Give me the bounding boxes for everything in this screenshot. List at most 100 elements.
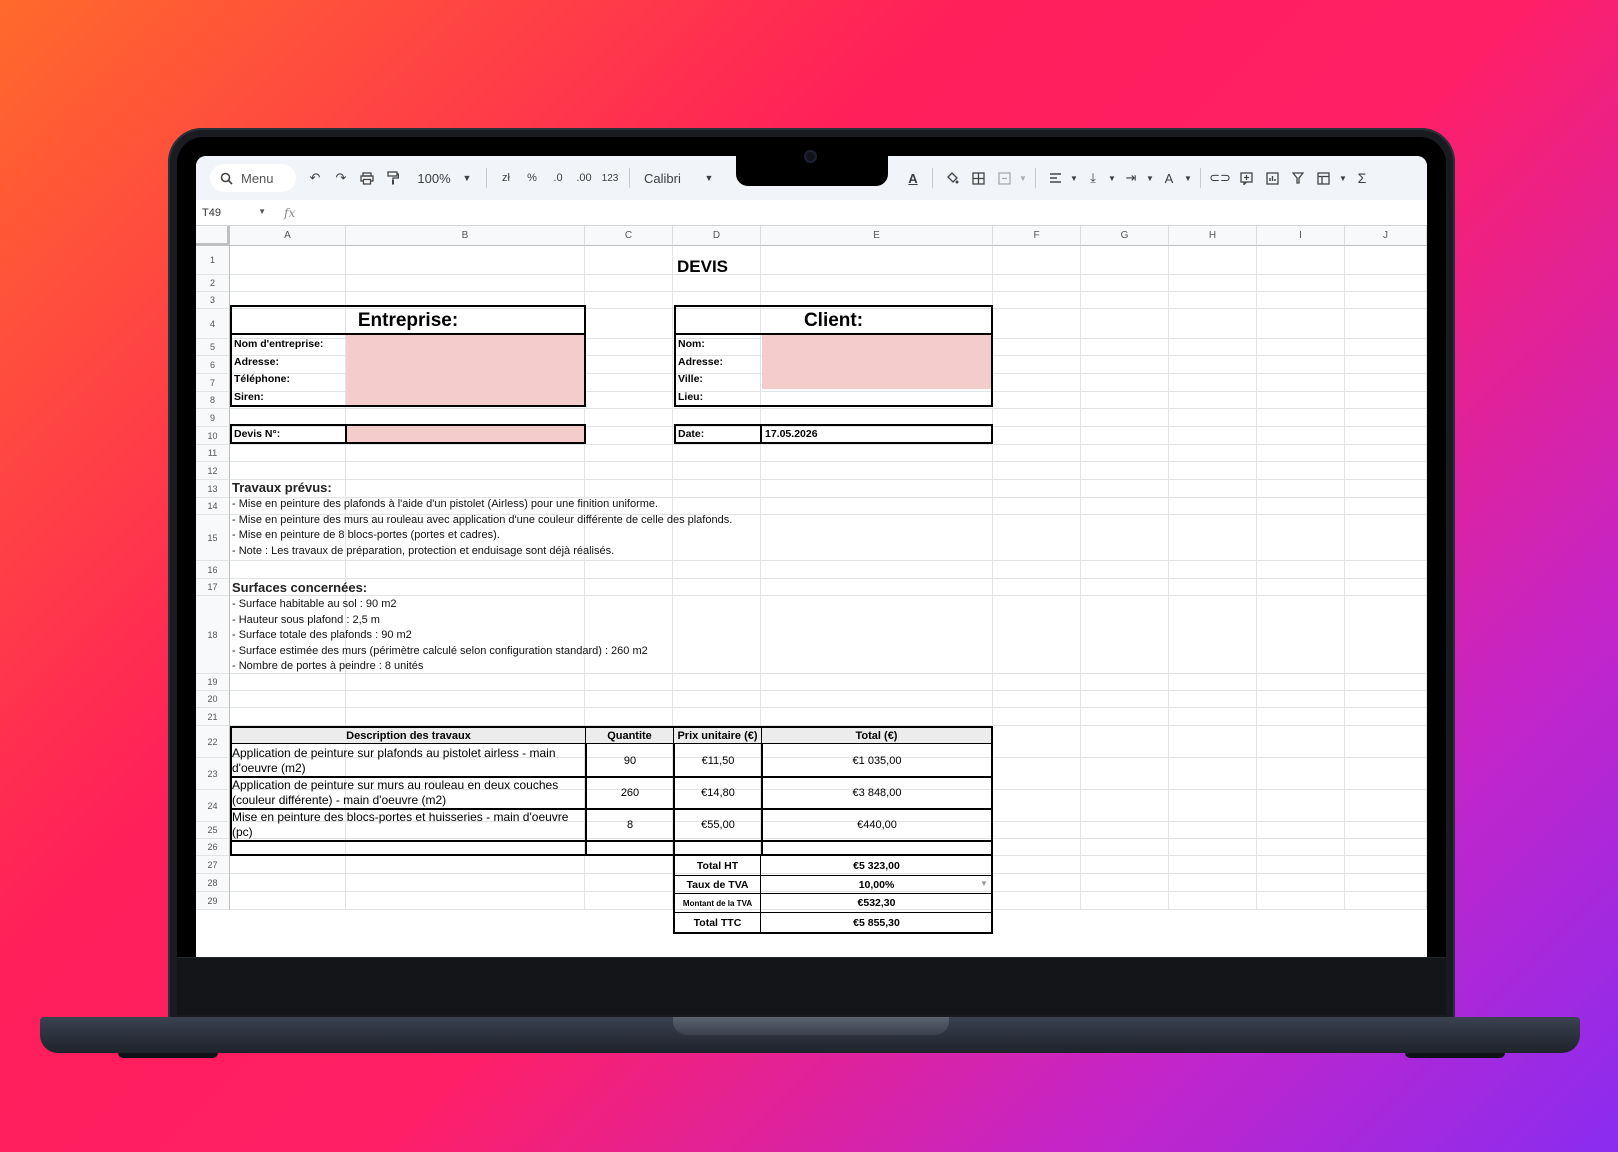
number-format-button[interactable]: 123 bbox=[597, 164, 623, 192]
chevron-down-icon[interactable]: ▼ bbox=[1182, 164, 1194, 192]
table-row-desc[interactable]: Application de peinture sur murs au roul… bbox=[232, 778, 582, 808]
row-header[interactable]: 27 bbox=[196, 856, 230, 874]
increase-decimal-button[interactable]: .00 bbox=[571, 164, 597, 192]
client-input-area[interactable] bbox=[762, 335, 991, 389]
column-header[interactable]: G bbox=[1081, 226, 1169, 246]
row-header[interactable]: 15 bbox=[196, 515, 230, 561]
paint-format-icon[interactable] bbox=[380, 164, 406, 192]
functions-icon[interactable]: Σ bbox=[1349, 164, 1375, 192]
row-header[interactable]: 3 bbox=[196, 292, 230, 309]
merge-cells-icon[interactable] bbox=[991, 164, 1017, 192]
entreprise-heading[interactable]: Entreprise: bbox=[232, 307, 584, 334]
row-header[interactable]: 19 bbox=[196, 674, 230, 691]
column-header[interactable]: B bbox=[346, 226, 585, 246]
date-value[interactable]: 17.05.2026 bbox=[765, 425, 818, 443]
table-row-qty[interactable]: 90 bbox=[587, 745, 673, 776]
total-ht-value[interactable]: €5 323,00 bbox=[762, 857, 991, 875]
chevron-down-icon[interactable]: ▼ bbox=[980, 879, 988, 888]
column-header[interactable]: H bbox=[1169, 226, 1257, 246]
column-header[interactable]: F bbox=[993, 226, 1081, 246]
row-header[interactable]: 20 bbox=[196, 691, 230, 708]
comment-icon[interactable] bbox=[1233, 164, 1259, 192]
row-header[interactable]: 13 bbox=[196, 480, 230, 498]
table-row-total[interactable]: €1 035,00 bbox=[763, 745, 991, 776]
sheet-title[interactable]: DEVIS bbox=[536, 252, 869, 282]
row-header[interactable]: 9 bbox=[196, 409, 230, 427]
tva-amount-value[interactable]: €532,30 bbox=[762, 894, 991, 912]
tva-rate-value[interactable]: 10,00% bbox=[762, 876, 991, 893]
row-header[interactable]: 25 bbox=[196, 822, 230, 839]
row-header[interactable]: 26 bbox=[196, 839, 230, 856]
row-header[interactable]: 5 bbox=[196, 339, 230, 356]
row-header[interactable]: 11 bbox=[196, 445, 230, 462]
row-header[interactable]: 8 bbox=[196, 392, 230, 409]
surfaces-title[interactable]: Surfaces concernées: bbox=[232, 578, 367, 596]
column-header[interactable]: J bbox=[1345, 226, 1427, 246]
filter-views-icon[interactable] bbox=[1311, 164, 1337, 192]
table-row-qty[interactable]: 8 bbox=[587, 810, 673, 840]
row-header[interactable]: 4 bbox=[196, 309, 230, 339]
decrease-decimal-button[interactable]: .0 bbox=[545, 164, 571, 192]
row-header[interactable]: 23 bbox=[196, 758, 230, 790]
row-header[interactable]: 22 bbox=[196, 726, 230, 758]
chevron-down-icon[interactable]: ▼ bbox=[1106, 164, 1118, 192]
table-row-qty[interactable]: 260 bbox=[587, 778, 673, 808]
client-heading[interactable]: Client: bbox=[676, 307, 991, 334]
horizontal-align-icon[interactable] bbox=[1042, 164, 1068, 192]
table-header-unit-price[interactable]: Prix unitaire (€) bbox=[673, 726, 762, 744]
table-row-unit[interactable]: €14,80 bbox=[675, 778, 761, 808]
row-header[interactable]: 24 bbox=[196, 790, 230, 822]
table-header-quantity[interactable]: Quantite bbox=[585, 726, 674, 744]
travaux-list[interactable]: - Mise en peinture des plafonds à l'aide… bbox=[232, 497, 732, 559]
text-rotate-icon[interactable]: A bbox=[1156, 164, 1182, 192]
row-header[interactable]: 29 bbox=[196, 892, 230, 910]
row-header[interactable]: 1 bbox=[196, 246, 230, 275]
text-color-icon[interactable]: A bbox=[900, 164, 926, 192]
chevron-down-icon[interactable]: ▼ bbox=[1017, 164, 1029, 192]
travaux-title[interactable]: Travaux prévus: bbox=[232, 478, 332, 496]
percent-format-button[interactable]: % bbox=[519, 164, 545, 192]
devis-number-input[interactable] bbox=[347, 426, 584, 442]
vertical-align-icon[interactable]: ⤓ bbox=[1080, 164, 1106, 192]
surfaces-list[interactable]: - Surface habitable au sol : 90 m2 - Hau… bbox=[232, 597, 648, 675]
text-wrap-icon[interactable]: ⇥ bbox=[1118, 164, 1144, 192]
row-header[interactable]: 14 bbox=[196, 498, 230, 515]
select-all-corner[interactable] bbox=[196, 226, 230, 246]
row-header[interactable]: 21 bbox=[196, 708, 230, 726]
column-header[interactable]: I bbox=[1257, 226, 1345, 246]
table-header-total[interactable]: Total (€) bbox=[761, 726, 993, 744]
chart-icon[interactable] bbox=[1259, 164, 1285, 192]
font-select[interactable]: Calibri bbox=[636, 164, 696, 192]
name-box[interactable]: T49 ▼ bbox=[196, 207, 274, 219]
print-icon[interactable] bbox=[354, 164, 380, 192]
filter-icon[interactable] bbox=[1285, 164, 1311, 192]
zoom-select[interactable]: 100% bbox=[414, 164, 454, 192]
row-header[interactable]: 7 bbox=[196, 374, 230, 392]
chevron-down-icon[interactable]: ▼ bbox=[1068, 164, 1080, 192]
table-row-unit[interactable]: €11,50 bbox=[675, 745, 761, 776]
chevron-down-icon[interactable]: ▼ bbox=[696, 164, 722, 192]
total-ttc-value[interactable]: €5 855,30 bbox=[762, 913, 991, 932]
chevron-down-icon[interactable]: ▼ bbox=[1337, 164, 1349, 192]
row-header[interactable]: 16 bbox=[196, 561, 230, 579]
redo-icon[interactable]: ↷ bbox=[328, 164, 354, 192]
entreprise-input-area[interactable] bbox=[346, 335, 584, 405]
row-header[interactable]: 2 bbox=[196, 275, 230, 292]
chevron-down-icon[interactable]: ▼ bbox=[454, 164, 480, 192]
row-header[interactable]: 28 bbox=[196, 874, 230, 892]
row-header[interactable]: 18 bbox=[196, 596, 230, 674]
chevron-down-icon[interactable]: ▼ bbox=[1144, 164, 1156, 192]
column-header[interactable]: C bbox=[585, 226, 673, 246]
column-header[interactable]: A bbox=[230, 226, 346, 246]
row-header[interactable]: 10 bbox=[196, 427, 230, 445]
borders-icon[interactable] bbox=[965, 164, 991, 192]
table-row-desc[interactable]: Application de peinture sur plafonds au … bbox=[232, 745, 582, 776]
table-row-unit[interactable]: €55,00 bbox=[675, 810, 761, 840]
row-header[interactable]: 12 bbox=[196, 462, 230, 480]
table-row-total[interactable]: €3 848,00 bbox=[763, 778, 991, 808]
undo-icon[interactable]: ↶ bbox=[302, 164, 328, 192]
link-icon[interactable]: ⊂⊃ bbox=[1207, 164, 1233, 192]
fill-color-icon[interactable] bbox=[939, 164, 965, 192]
column-header[interactable]: D bbox=[673, 226, 761, 246]
table-row-total[interactable]: €440,00 bbox=[763, 810, 991, 840]
